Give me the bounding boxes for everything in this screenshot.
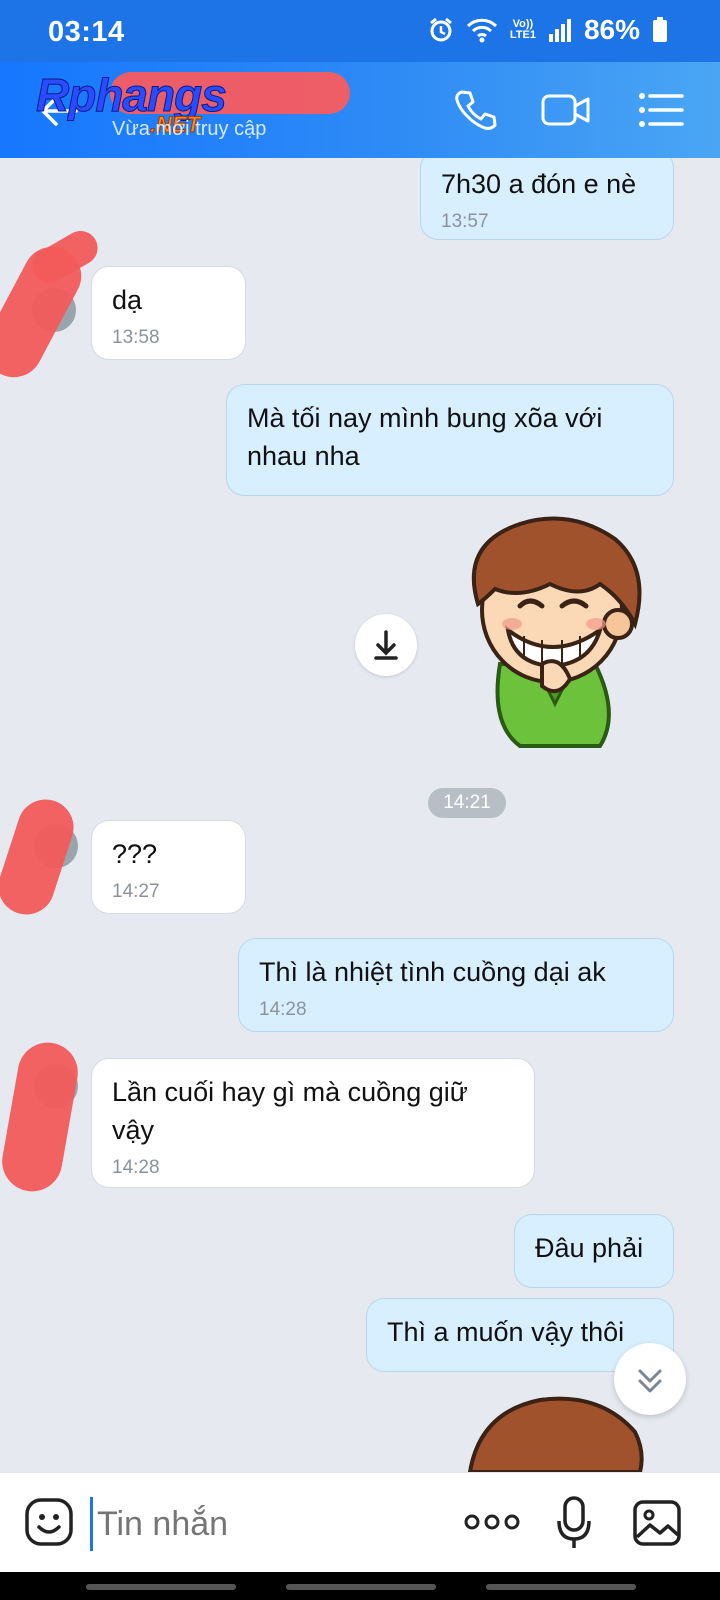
system-nav-bar <box>0 1572 720 1600</box>
nav-home[interactable] <box>286 1584 436 1590</box>
message-text: 7h30 a đón e nè <box>441 169 637 199</box>
message-bubble-outgoing[interactable]: 7h30 a đón e nè 13:57 <box>420 158 674 240</box>
scroll-to-bottom-button[interactable] <box>614 1343 686 1415</box>
message-time: 14:28 <box>259 999 307 1020</box>
video-camera-icon[interactable] <box>540 86 592 134</box>
microphone-icon[interactable] <box>556 1495 592 1551</box>
more-dots-icon[interactable] <box>464 1507 520 1537</box>
status-icons: Vo)) LTE1 86% <box>428 14 668 46</box>
wifi-icon <box>466 18 497 43</box>
message-bubble-outgoing[interactable]: Mà tối nay mình bung xõa với nhau nha <box>226 384 674 496</box>
time-divider: 14:21 <box>428 788 506 818</box>
message-text: Mà tối nay mình bung xõa với nhau nha <box>247 403 603 471</box>
download-icon <box>374 630 398 660</box>
nav-recent[interactable] <box>86 1584 236 1590</box>
avatar-redaction <box>0 1037 83 1197</box>
message-bubble-incoming[interactable]: ??? 14:27 <box>91 820 246 914</box>
sticker-laughing-boy[interactable] <box>450 514 660 750</box>
image-icon[interactable] <box>632 1499 682 1547</box>
message-text: dạ <box>112 285 143 315</box>
menu-list-icon[interactable] <box>636 86 684 134</box>
double-chevron-down-icon <box>638 1369 662 1393</box>
signal-icon <box>548 19 571 42</box>
message-list[interactable]: 7h30 a đón e nè 13:57 dạ 13:58 Mà tối na… <box>0 158 720 1472</box>
message-time: 14:27 <box>112 881 160 902</box>
message-time: 14:28 <box>112 1157 160 1178</box>
volte-indicator: Vo)) LTE1 <box>510 19 536 41</box>
emoji-icon[interactable] <box>24 1497 74 1547</box>
battery-percent: 86% <box>583 14 640 45</box>
alarm-icon <box>429 17 452 42</box>
battery-icon <box>653 17 667 42</box>
download-button[interactable] <box>355 614 417 676</box>
contact-status: Vừa mới truy cập <box>112 118 267 140</box>
message-text: Đâu phải <box>535 1233 644 1263</box>
message-bubble-incoming[interactable]: dạ 13:58 <box>91 266 246 360</box>
message-text: Lần cuối hay gì mà cuồng giữ vậy <box>112 1077 468 1145</box>
message-bubble-outgoing[interactable]: Đâu phải <box>514 1214 674 1288</box>
message-input[interactable] <box>90 1497 439 1551</box>
message-bubble-incoming[interactable]: Lần cuối hay gì mà cuồng giữ vậy 14:28 <box>91 1058 535 1188</box>
message-bubble-outgoing[interactable]: Thì là nhiệt tình cuồng dại ak 14:28 <box>238 938 674 1032</box>
message-text: Thì là nhiệt tình cuồng dại ak <box>259 957 606 987</box>
message-time: 13:57 <box>441 211 489 232</box>
message-time: 13:58 <box>112 327 160 348</box>
lte-label: LTE1 <box>509 29 536 41</box>
message-text: ??? <box>112 839 158 869</box>
message-input-bar <box>0 1472 720 1573</box>
nav-back[interactable] <box>486 1584 636 1590</box>
status-bar: 03:14 Vo)) LTE1 86% <box>0 0 720 62</box>
phone-icon[interactable] <box>450 86 498 134</box>
message-text: Thì a muốn vậy thôi <box>387 1317 625 1347</box>
chat-header: Rphangs .NET Vừa mới truy cập <box>0 62 720 158</box>
status-time: 03:14 <box>48 16 125 48</box>
